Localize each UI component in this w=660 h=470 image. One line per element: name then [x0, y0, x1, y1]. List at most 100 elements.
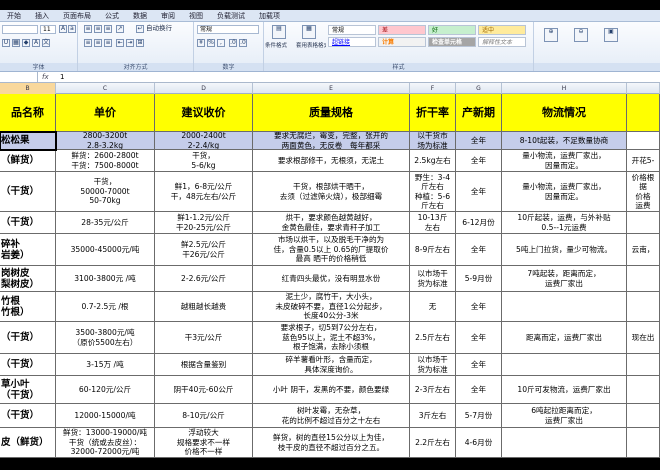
tab-page-layout[interactable]: 页面布局: [56, 10, 98, 21]
cell-suggested-price[interactable]: 2000-2400t 2-2.4/kg: [155, 132, 253, 150]
cell-logistics[interactable]: 8-10t起装，不足数量协商: [502, 132, 627, 150]
cell-name[interactable]: 岗树皮 梨树皮）: [0, 266, 56, 292]
cell-logistics[interactable]: 6吨起拉距离而定， 运费厂家出: [502, 404, 627, 428]
tab-view[interactable]: 视图: [182, 10, 210, 21]
cell-dry-ratio[interactable]: 以市场干 货为标准: [410, 266, 456, 292]
tab-insert[interactable]: 插入: [28, 10, 56, 21]
formula-input[interactable]: 1: [60, 72, 64, 82]
wrap-text-icon[interactable]: ↵: [136, 25, 144, 33]
cell-quality[interactable]: 市场以烘干，以及脱毛干净的为 佳，含量0.5以上 0.65的厂提取价 最高 晒干的价…: [253, 234, 410, 266]
shrink-font-icon[interactable]: a: [68, 25, 76, 33]
cell-extra[interactable]: 云南，: [627, 234, 660, 266]
align-middle-icon[interactable]: ≡: [94, 25, 102, 33]
conditional-format-icon[interactable]: ▤: [272, 25, 286, 39]
format-as-table-button[interactable]: 套用表格格式: [296, 42, 326, 51]
cell-dry-ratio[interactable]: 10-13斤 左右: [410, 212, 456, 234]
style-neutral[interactable]: 适中: [478, 25, 526, 35]
cell-name[interactable]: （干货）: [0, 212, 56, 234]
cell-extra[interactable]: [627, 404, 660, 428]
cell-price[interactable]: 35000-45000元/吨: [56, 234, 155, 266]
cell-dry-ratio[interactable]: 2-3斤左右: [410, 376, 456, 404]
cell-extra[interactable]: [627, 132, 660, 150]
column-header[interactable]: F: [410, 83, 456, 94]
increase-decimal-icon[interactable]: .0: [229, 39, 237, 47]
tab-addins[interactable]: 加载项: [252, 10, 287, 21]
cell-season[interactable]: 全年: [456, 322, 502, 354]
borders-icon[interactable]: ▦: [12, 39, 20, 47]
align-right-icon[interactable]: ≡: [104, 39, 112, 47]
merge-center-icon[interactable]: ⊞: [136, 39, 144, 47]
cell-name[interactable]: （干货）: [0, 322, 56, 354]
header-cell-dry-ratio[interactable]: 折干率: [410, 94, 456, 132]
column-header[interactable]: E: [253, 83, 410, 94]
cell-price[interactable]: 3500-3800元/吨 （原价5500左右）: [56, 322, 155, 354]
cell-quality[interactable]: 干货，根部烘干晒干， 去须（过滤筛火烧），极部细霉: [253, 172, 410, 212]
cell-logistics[interactable]: [502, 354, 627, 376]
cell-suggested-price[interactable]: 根据含量鉴别: [155, 354, 253, 376]
conditional-format-button[interactable]: 条件格式: [265, 42, 295, 51]
cell-name[interactable]: 皮（鲜货）: [0, 428, 56, 458]
cell-quality[interactable]: 鲜货，树的直径15公分以上为佳， 枝干皮的直径不超过百分之五。: [253, 428, 410, 458]
grow-font-icon[interactable]: A: [59, 25, 67, 33]
cell-logistics[interactable]: 5吨上门拉货，量少可物流。: [502, 234, 627, 266]
cell-dry-ratio[interactable]: 3斤左右: [410, 404, 456, 428]
percent-icon[interactable]: %: [207, 39, 215, 47]
style-normal[interactable]: 常规: [328, 25, 376, 35]
underline-icon[interactable]: U: [2, 39, 10, 47]
cell-quality[interactable]: 要求根子，切5到7公分左右， 蓝色95以上，泥土不超3%， 根子饱满，去除小须根: [253, 322, 410, 354]
tab-review[interactable]: 审阅: [154, 10, 182, 21]
cell-name[interactable]: 碎补 岩姜）: [0, 234, 56, 266]
header-cell-price[interactable]: 单价: [56, 94, 155, 132]
cell-price[interactable]: 2800-3200t 2.8-3.2kg: [56, 132, 155, 150]
cell-extra[interactable]: [627, 266, 660, 292]
cell-suggested-price[interactable]: 阴干40元-60公斤: [155, 376, 253, 404]
header-cell-quality[interactable]: 质量规格: [253, 94, 410, 132]
tab-formulas[interactable]: 公式: [98, 10, 126, 21]
cell-season[interactable]: 全年: [456, 234, 502, 266]
cell-extra[interactable]: [627, 376, 660, 404]
cell-name[interactable]: 松松果: [0, 132, 56, 150]
tab-data[interactable]: 数据: [126, 10, 154, 21]
font-name-combo[interactable]: [2, 25, 38, 34]
increase-indent-icon[interactable]: ⇥: [126, 39, 134, 47]
cell-dry-ratio[interactable]: 以干货市 场为标准: [410, 132, 456, 150]
cell-price[interactable]: 28-35元/公斤: [56, 212, 155, 234]
cell-price[interactable]: 12000-15000/吨: [56, 404, 155, 428]
cell-dry-ratio[interactable]: 8-9斤左右: [410, 234, 456, 266]
cell-price[interactable]: 鲜货：13000-19000/吨 干货（统或去皮丝）： 32000-72000元/吨: [56, 428, 155, 458]
column-header[interactable]: [627, 83, 660, 94]
cell-quality[interactable]: 小叶 阴干，发黑的不要，颜色要绿: [253, 376, 410, 404]
sheet-grid[interactable]: 品名称 单价 建议收价 质量规格 折干率 产新期 物流情况 松松果 2800-3200t 2.8-…: [0, 94, 660, 458]
cell-dry-ratio[interactable]: 野生：3-4 斤左右 种植：5-6 斤左右: [410, 172, 456, 212]
decrease-decimal-icon[interactable]: .0: [239, 39, 247, 47]
cell-quality[interactable]: 烘干，要求颜色越黄越好， 金黄色最佳，要求青秆子加工: [253, 212, 410, 234]
cell-suggested-price[interactable]: 鲜1-1.2元/公斤 干20-25元/公斤: [155, 212, 253, 234]
style-bad[interactable]: 差: [378, 25, 426, 35]
cell-logistics[interactable]: 10斤可发物流，运费厂家出: [502, 376, 627, 404]
cell-logistics[interactable]: 7吨起装，距离而定， 运费厂家出: [502, 266, 627, 292]
cell-extra[interactable]: 现在出: [627, 322, 660, 354]
cell-extra[interactable]: [627, 428, 660, 458]
cell-season[interactable]: 6-12月份: [456, 212, 502, 234]
column-header[interactable]: H: [502, 83, 627, 94]
number-format-combo[interactable]: 常规: [197, 25, 259, 34]
cell-quality[interactable]: 碎羊薯看叶形，含量而定， 具体深度询价。: [253, 354, 410, 376]
align-top-icon[interactable]: ≡: [84, 25, 92, 33]
fx-icon[interactable]: fx: [42, 72, 56, 82]
cell-season[interactable]: 全年: [456, 376, 502, 404]
cell-logistics[interactable]: 距离而定，运费厂家出: [502, 322, 627, 354]
cell-dry-ratio[interactable]: 2.2斤左右: [410, 428, 456, 458]
cell-name[interactable]: （干货）: [0, 172, 56, 212]
comma-style-icon[interactable]: ,: [217, 39, 225, 47]
tab-load-test[interactable]: 负载测试: [210, 10, 252, 21]
column-header[interactable]: C: [56, 83, 155, 94]
cell-logistics[interactable]: 量小物流，运费厂家出， 因量而定。: [502, 150, 627, 172]
column-header[interactable]: B: [0, 83, 56, 94]
cell-suggested-price[interactable]: 鲜2.5元/公斤 干26元/公斤: [155, 234, 253, 266]
align-center-icon[interactable]: ≡: [94, 39, 102, 47]
cell-price[interactable]: 0.7-2.5元 /根: [56, 292, 155, 322]
cell-quality[interactable]: 树叶发霉，无杂草， 花的比例不超过百分之十左右: [253, 404, 410, 428]
align-bottom-icon[interactable]: ≡: [104, 25, 112, 33]
cell-suggested-price[interactable]: 2-2.6元/公斤: [155, 266, 253, 292]
cell-extra[interactable]: 开花5-: [627, 150, 660, 172]
